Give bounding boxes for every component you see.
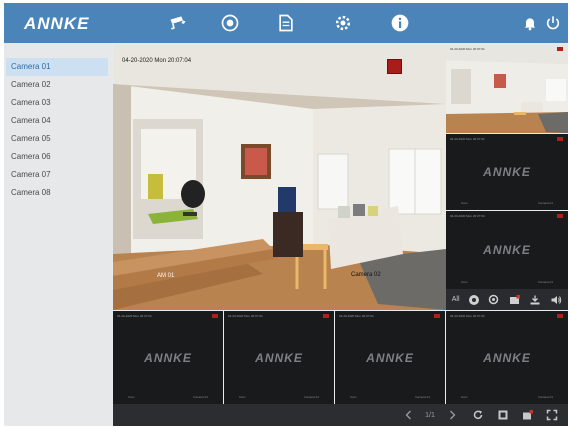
room-scene-image	[113, 44, 446, 310]
recording-indicator-icon	[323, 314, 329, 318]
layout-multi-icon[interactable]	[521, 408, 535, 422]
recording-indicator-icon	[434, 314, 440, 318]
next-page-icon[interactable]	[446, 408, 458, 422]
tile-label-right: Camera 01	[193, 395, 208, 399]
camera-tile[interactable]: 04-20-2020 Mon 20:07:04 ANNKE Cam Camera 01	[446, 311, 568, 404]
refresh-icon[interactable]	[471, 408, 485, 422]
camera-list-item[interactable]: Camera 04	[6, 112, 108, 130]
main-label-left: AM 01	[157, 273, 175, 279]
tile-label-left: Cam	[239, 395, 246, 399]
recording-indicator-icon	[387, 59, 402, 74]
tile-label-left: Cam	[461, 201, 468, 205]
tile-timestamp: 04-20-2020 Mon 20:07:04	[450, 314, 485, 318]
recording-indicator-icon	[557, 47, 563, 51]
recording-indicator-icon	[557, 214, 563, 218]
tile-label-left: Cam	[350, 395, 357, 399]
tile-logo: ANNKE	[483, 243, 531, 257]
zoom-icon[interactable]	[488, 293, 501, 306]
power-icon[interactable]	[542, 12, 564, 34]
camera-tile[interactable]: 04-20-2020 Mon 20:07:04 ANNKE Cam Camera 01	[224, 311, 334, 404]
tile-label-right: Camera 01	[538, 280, 553, 284]
camera-list-item[interactable]: Camera 08	[6, 184, 108, 202]
tile-timestamp: 04-20-2020 Mon 20:07:04	[117, 314, 152, 318]
tile-logo: ANNKE	[144, 350, 192, 365]
previous-page-icon[interactable]	[403, 408, 415, 422]
record-icon[interactable]	[467, 293, 480, 306]
gear-icon[interactable]	[332, 12, 354, 34]
recording-indicator-icon	[557, 137, 563, 141]
volume-icon[interactable]	[549, 293, 562, 306]
tile-label-left: Cam	[128, 395, 135, 399]
app-window: ANNKE Camera 01 Camera 02 Camera 03 Camera …	[4, 3, 568, 426]
bell-icon[interactable]	[519, 12, 541, 34]
main-camera-view[interactable]: 04-20-2020 Mon 20:07:04 AM 01 Camera 02	[113, 44, 446, 310]
record-disc-icon[interactable]	[219, 12, 241, 34]
main-label-right: Camera 02	[351, 272, 381, 278]
tile-label-left: Cam	[461, 280, 468, 284]
page-indicator: 1/1	[425, 411, 435, 419]
tile-timestamp: 04-20-2020 Mon 20:07:04	[450, 47, 485, 51]
camera-tile[interactable]: 04-20-2020 Mon 20:07:04 ANNKE Cam Camera 01	[446, 211, 568, 289]
room-thumbnail-image	[446, 44, 568, 133]
download-icon[interactable]	[529, 293, 542, 306]
camera-tile[interactable]: 04-20-2020 Mon 20:07:04 ANNKE Cam Camera 01	[446, 134, 568, 210]
camera-toolbar: All	[446, 289, 568, 310]
tile-logo: ANNKE	[255, 350, 303, 365]
top-bar: ANNKE	[4, 3, 568, 43]
tile-timestamp: 04-20-2020 Mon 20:07:04	[228, 314, 263, 318]
camera-list-item[interactable]: Camera 03	[6, 94, 108, 112]
camera-list-item[interactable]: Camera 06	[6, 148, 108, 166]
file-icon[interactable]	[275, 12, 297, 34]
tile-timestamp: 04-20-2020 Mon 20:07:04	[450, 214, 485, 218]
camera-tile[interactable]: 04-20-2020 Mon 20:07:04 ANNKE Cam Camera 01	[335, 311, 445, 404]
tile-label-right: Camera 01	[538, 395, 553, 399]
camera-list-item[interactable]: Camera 02	[6, 76, 108, 94]
camera-list-item[interactable]: Camera 07	[6, 166, 108, 184]
tile-timestamp: 04-20-2020 Mon 20:07:04	[339, 314, 374, 318]
app-logo: ANNKE	[24, 14, 90, 33]
tile-label-right: Camera 01	[304, 395, 319, 399]
camera-list: Camera 01 Camera 02 Camera 03 Camera 04 Came…	[6, 58, 108, 202]
tile-label-left: Cam	[461, 395, 468, 399]
info-icon[interactable]	[389, 12, 411, 34]
main-timestamp: 04-20-2020 Mon 20:07:04	[122, 58, 192, 64]
tile-label-right: Camera 01	[538, 201, 553, 205]
tile-logo: ANNKE	[483, 165, 531, 179]
recording-indicator-icon	[557, 314, 563, 318]
all-button[interactable]: All	[452, 296, 460, 303]
recording-indicator-icon	[212, 314, 218, 318]
security-camera-icon[interactable]	[167, 12, 189, 34]
preview-tile-room[interactable]: 04-20-2020 Mon 20:07:04	[446, 44, 568, 133]
layout-single-icon[interactable]	[496, 408, 510, 422]
bottom-bar: 1/1	[113, 404, 568, 426]
tile-logo: ANNKE	[366, 350, 414, 365]
camera-sidebar: Camera 01 Camera 02 Camera 03 Camera 04 Came…	[4, 43, 112, 426]
tile-timestamp: 04-20-2020 Mon 20:07:04	[450, 137, 485, 141]
camera-list-item[interactable]: Camera 05	[6, 130, 108, 148]
fullscreen-icon[interactable]	[545, 408, 559, 422]
tile-logo: ANNKE	[483, 350, 531, 365]
camera-tile[interactable]: 04-20-2020 Mon 20:07:04 ANNKE Cam Camera 01	[113, 311, 223, 404]
tile-label-right: Camera 01	[415, 395, 430, 399]
snapshot-icon[interactable]	[508, 293, 521, 306]
camera-list-item[interactable]: Camera 01	[6, 58, 108, 76]
